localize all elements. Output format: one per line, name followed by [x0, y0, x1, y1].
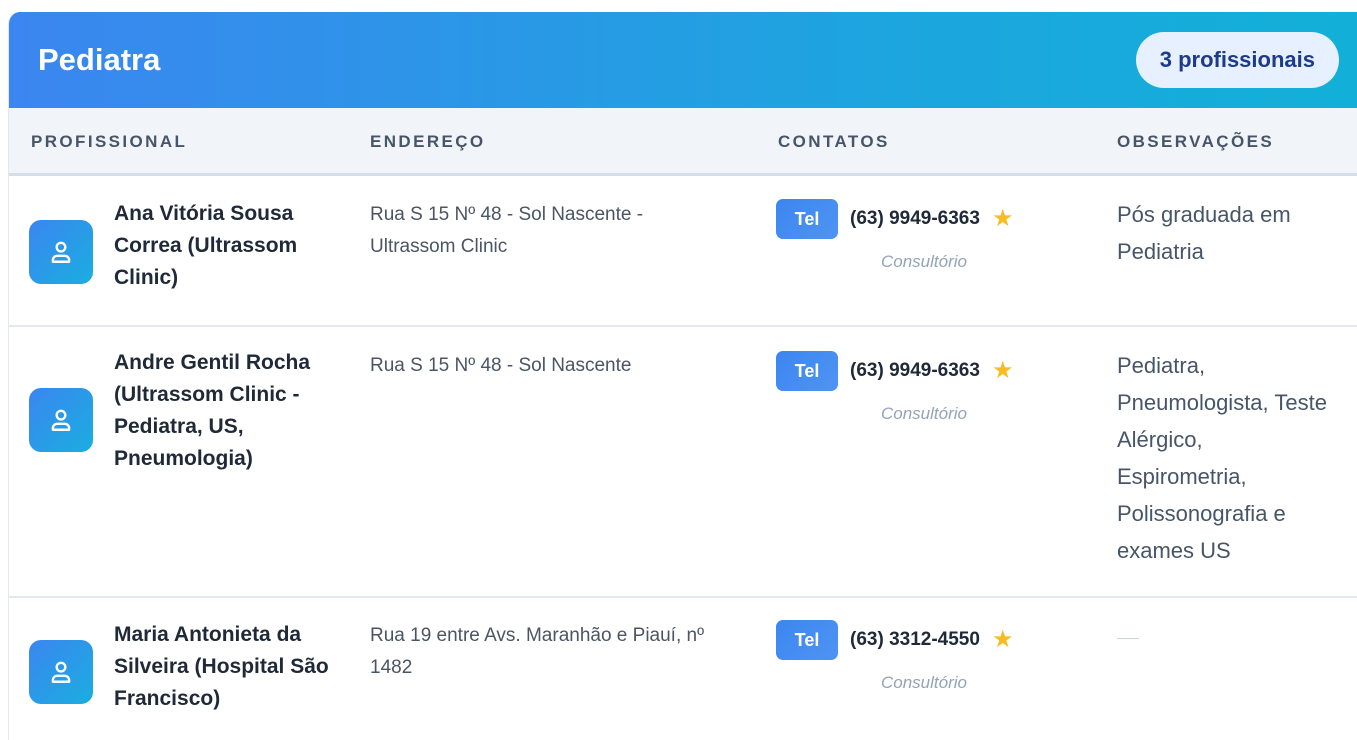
specialty-title: Pediatra: [38, 42, 161, 77]
specialty-card: Pediatra 3 profissionais PROFISSIONAL EN…: [8, 12, 1357, 740]
notes: Pediatra, Pneumologista, Teste Alérgico,…: [1117, 353, 1327, 563]
table-row: Ana Vitória Sousa Correa (Ultrassom Clin…: [9, 176, 1357, 327]
phone-link[interactable]: (63) 9949-6363: [850, 360, 980, 382]
address: Rua S 15 Nº 48 - Sol Nascente: [370, 355, 632, 376]
professional-name: Ana Vitória Sousa Correa (Ultrassom Clin…: [114, 202, 298, 289]
user-icon: [29, 220, 93, 284]
contact-block: Tel (63) 9949-6363 ★ Consultório: [776, 351, 1076, 424]
address: Rua 19 entre Avs. Maranhão e Piauí, nº 1…: [370, 625, 705, 678]
table-row: Andre Gentil Rocha (Ultrassom Clinic - P…: [9, 327, 1357, 598]
professional-name: Andre Gentil Rocha (Ultrassom Clinic - P…: [114, 351, 311, 470]
contact-block: Tel (63) 3312-4550 ★ Consultório: [776, 620, 1076, 693]
table-row: Maria Antonieta da Silveira (Hospital Sã…: [9, 598, 1357, 740]
table-header: PROFISSIONAL ENDEREÇO CONTATOS OBSERVAÇÕ…: [9, 108, 1357, 176]
notes: Pós graduada em Pediatria: [1117, 202, 1291, 264]
column-header-endereco: ENDEREÇO: [370, 132, 486, 151]
contact-type: Consultório: [881, 673, 967, 692]
tel-badge: Tel: [776, 199, 838, 239]
tel-badge: Tel: [776, 351, 838, 391]
star-icon: ★: [991, 205, 1014, 232]
user-icon: [29, 388, 93, 452]
contact-block: Tel (63) 9949-6363 ★ Consultório: [776, 199, 1076, 272]
column-header-profissional: PROFISSIONAL: [31, 132, 188, 151]
star-icon: ★: [991, 357, 1014, 384]
address: Rua S 15 Nº 48 - Sol Nascente - Ultrasso…: [370, 204, 644, 257]
card-header: Pediatra 3 profissionais: [9, 12, 1357, 108]
phone-link[interactable]: (63) 9949-6363: [850, 208, 980, 230]
column-header-observacoes: OBSERVAÇÕES: [1117, 132, 1275, 151]
professionals-count-badge: 3 profissionais: [1135, 32, 1339, 88]
phone-link[interactable]: (63) 3312-4550: [850, 629, 980, 651]
star-icon: ★: [991, 626, 1014, 653]
tel-badge: Tel: [776, 620, 838, 660]
column-header-contatos: CONTATOS: [778, 132, 890, 151]
professional-name: Maria Antonieta da Silveira (Hospital Sã…: [114, 623, 329, 710]
contact-type: Consultório: [881, 252, 967, 271]
user-icon: [29, 640, 93, 704]
notes-empty-dash: [1117, 638, 1139, 639]
contact-type: Consultório: [881, 404, 967, 423]
